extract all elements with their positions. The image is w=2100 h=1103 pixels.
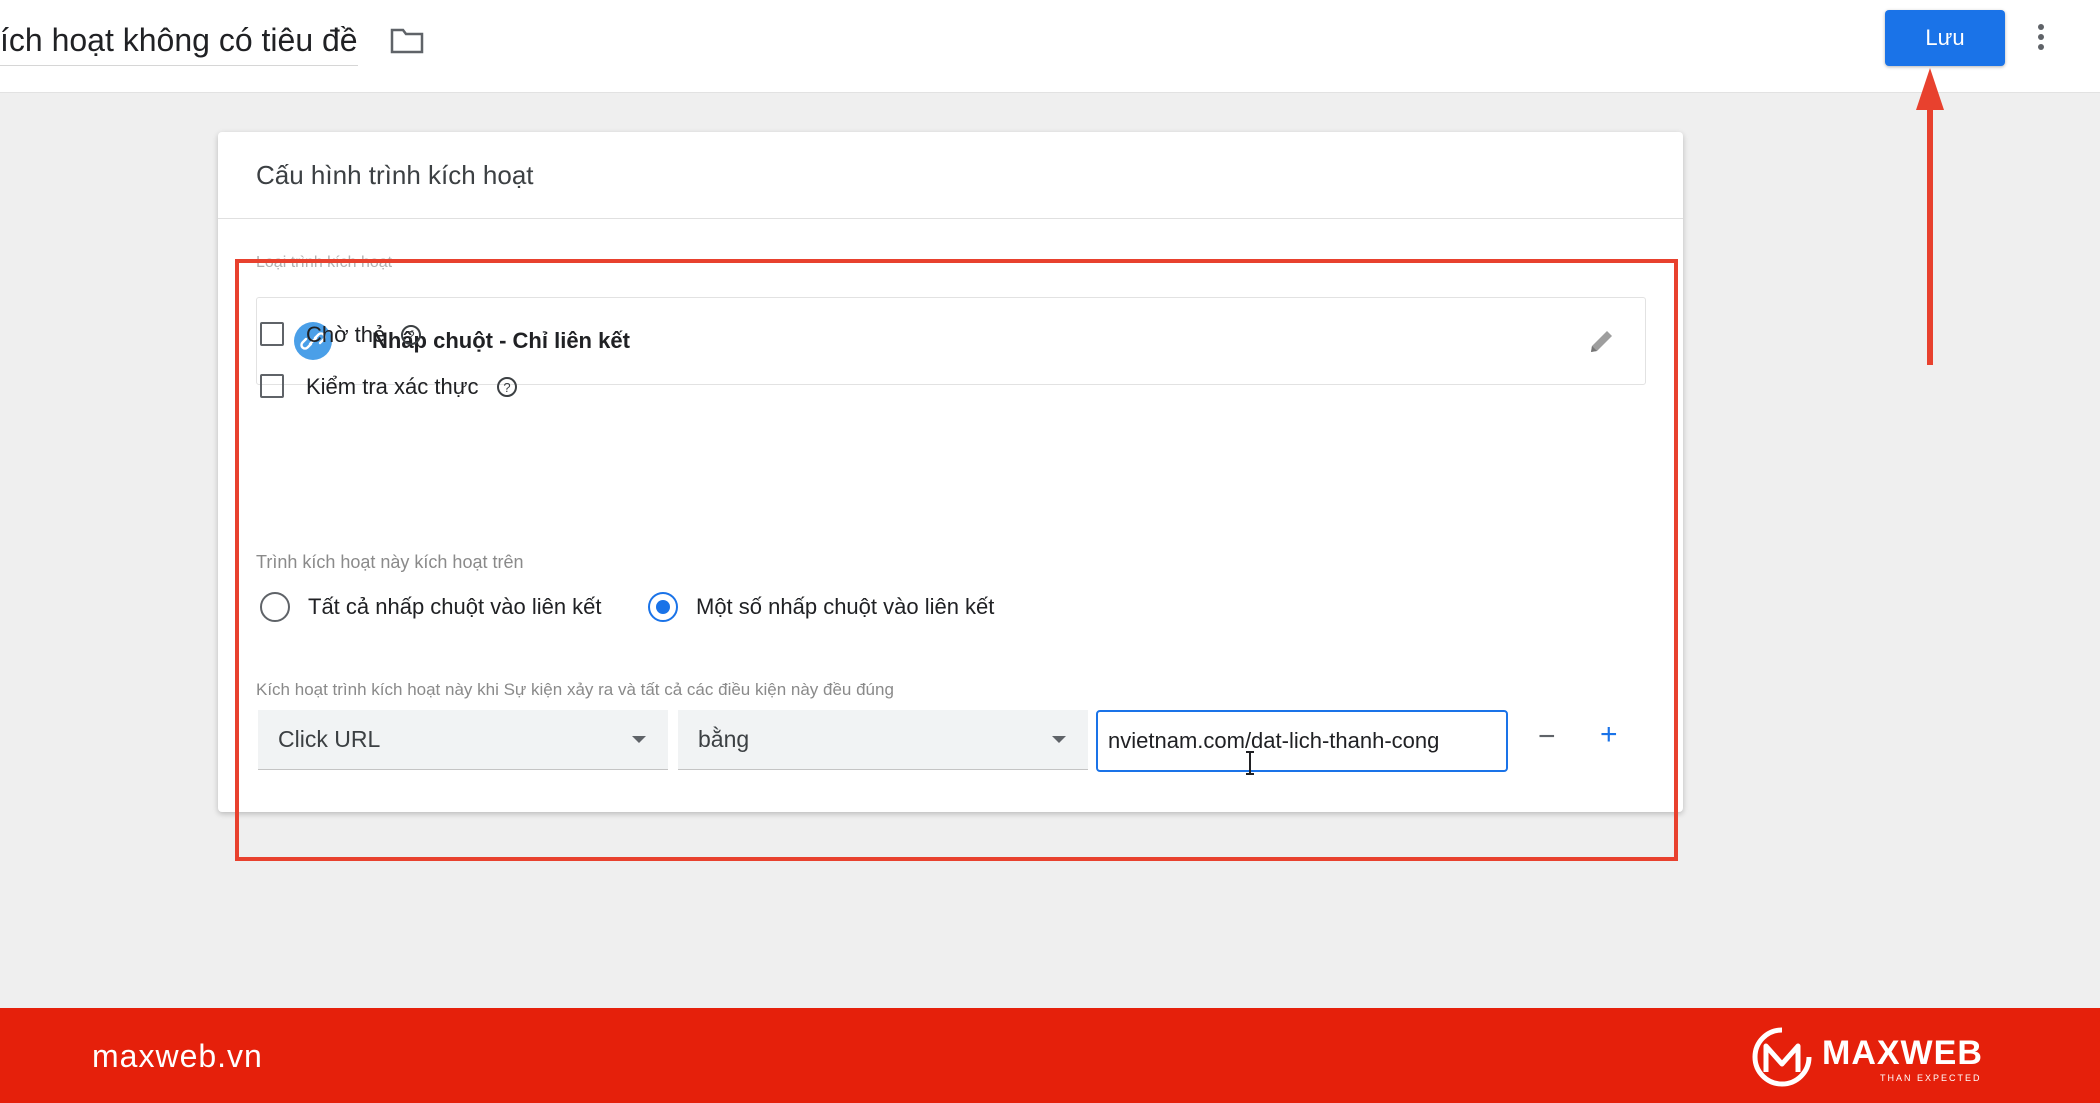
help-icon[interactable]: ?: [496, 376, 518, 403]
svg-text:?: ?: [407, 328, 414, 343]
condition-label: Kích hoạt trình kích hoạt này khi Sự kiệ…: [256, 680, 894, 699]
brand-name: MAXWEB: [1822, 1034, 1983, 1072]
help-icon[interactable]: ?: [400, 324, 422, 351]
card-title: Cấu hình trình kích hoạt: [256, 160, 534, 190]
card-divider: [218, 218, 1683, 219]
more-vert-icon[interactable]: [2036, 22, 2046, 57]
condition-value-input[interactable]: [1096, 710, 1508, 772]
variable-select[interactable]: Click URL: [258, 710, 668, 770]
fires-on-label: Trình kích hoạt này kích hoạt trên: [256, 552, 524, 572]
fires-on-some-radio[interactable]: [648, 592, 678, 622]
variable-select-value: Click URL: [278, 726, 381, 752]
trigger-type-label: Loại trình kích hoạt: [256, 254, 393, 271]
footer-banner: maxweb.vn MAXWEB THAN EXPECTED: [0, 1008, 2100, 1103]
maxweb-logo-icon: [1750, 1026, 1816, 1093]
footer-site-url[interactable]: maxweb.vn: [92, 1038, 263, 1075]
brand-tagline: THAN EXPECTED: [1880, 1073, 1982, 1083]
fires-on-all-radio[interactable]: [260, 592, 290, 622]
top-bar: ích hoạt không có tiêu đề Lưu: [0, 0, 2100, 93]
operator-select[interactable]: bằng: [678, 710, 1088, 770]
check-validation-label: Kiểm tra xác thực: [306, 374, 479, 399]
check-validation-option[interactable]: Kiểm tra xác thực ?: [260, 374, 600, 404]
operator-select-value: bằng: [698, 726, 750, 752]
add-condition-button[interactable]: +: [1600, 720, 1618, 750]
dropdown-arrow-icon: [1052, 736, 1066, 743]
text-cursor-icon: [1243, 750, 1257, 781]
wait-for-tags-option[interactable]: Chờ thẻ ?: [260, 322, 520, 352]
edit-pencil-icon[interactable]: [1587, 326, 1617, 361]
remove-condition-button[interactable]: −: [1538, 722, 1556, 752]
fires-on-some-label: Một số nhấp chuột vào liên kết: [696, 594, 995, 619]
fires-on-some-option[interactable]: Một số nhấp chuột vào liên kết: [648, 592, 1008, 626]
check-validation-checkbox[interactable]: [260, 374, 284, 398]
annotation-arrow-icon: [1910, 60, 1950, 375]
trigger-title[interactable]: ích hoạt không có tiêu đề: [0, 22, 358, 66]
save-button[interactable]: Lưu: [1885, 10, 2005, 66]
folder-icon[interactable]: [390, 26, 424, 59]
fires-on-all-label: Tất cả nhấp chuột vào liên kết: [308, 594, 602, 619]
wait-for-tags-checkbox[interactable]: [260, 322, 284, 346]
dropdown-arrow-icon: [632, 736, 646, 743]
svg-text:?: ?: [503, 380, 510, 395]
fires-on-all-option[interactable]: Tất cả nhấp chuột vào liên kết: [260, 592, 610, 626]
trigger-config-card: Cấu hình trình kích hoạt Loại trình kích…: [218, 132, 1683, 812]
wait-for-tags-label: Chờ thẻ: [306, 322, 386, 347]
